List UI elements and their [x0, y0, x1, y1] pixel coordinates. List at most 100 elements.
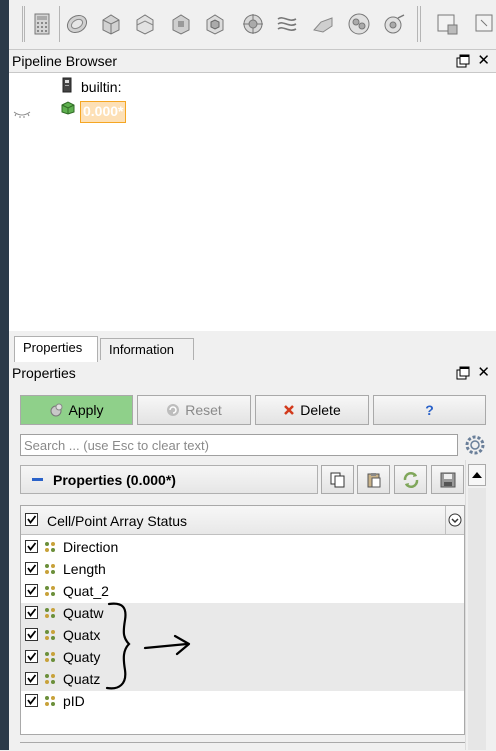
close-icon[interactable]: ✕: [477, 364, 490, 380]
extract-subset-icon[interactable]: [203, 12, 227, 36]
extract-level-icon[interactable]: [383, 12, 407, 36]
slice-icon[interactable]: [133, 12, 157, 36]
array-row[interactable]: Quaty: [21, 647, 464, 669]
source-cube-icon: [61, 101, 75, 115]
array-name: Length: [63, 561, 106, 577]
search-input[interactable]: [21, 435, 457, 455]
array-checkbox[interactable]: [25, 628, 38, 641]
clip-icon[interactable]: [99, 12, 123, 36]
array-name: Direction: [63, 539, 119, 555]
selection-display-icon[interactable]: [435, 12, 459, 36]
properties-section-header[interactable]: Properties (0.000*): [20, 465, 318, 494]
pipeline-tree: builtin: 0.000*: [9, 72, 496, 331]
array-checkbox[interactable]: [25, 650, 38, 663]
warp-by-vector-icon[interactable]: [311, 12, 335, 36]
delete-x-icon: [284, 405, 295, 415]
scroll-track[interactable]: [468, 488, 486, 750]
reset-icon: [167, 404, 180, 416]
help-icon: ?: [425, 402, 434, 418]
paste-button[interactable]: [357, 465, 390, 494]
toolbar-separator: [420, 6, 421, 42]
panel-tabs: Properties Information: [9, 334, 496, 362]
column-divider: [445, 506, 446, 534]
save-defaults-button[interactable]: [431, 465, 464, 494]
array-status-table: Cell/Point Array Status Direction Length…: [20, 505, 465, 735]
apply-label: Apply: [68, 402, 104, 418]
copy-button[interactable]: [321, 465, 354, 494]
point-data-icon: [44, 673, 58, 687]
server-label[interactable]: builtin:: [81, 79, 121, 95]
delete-label: Delete: [300, 402, 341, 418]
properties-title: Properties: [12, 365, 76, 381]
point-data-icon: [44, 585, 58, 599]
collapse-minus-icon[interactable]: [32, 478, 43, 481]
reset-button[interactable]: Reset: [137, 395, 251, 425]
array-checkbox[interactable]: [25, 672, 38, 685]
refresh-icon: [403, 471, 418, 488]
delete-button[interactable]: Delete: [255, 395, 369, 425]
pipeline-browser-title: Pipeline Browser: [12, 53, 118, 69]
array-row[interactable]: Quatw: [21, 603, 464, 625]
toolbar-separator: [59, 6, 60, 42]
array-row[interactable]: Quat_2: [21, 581, 464, 603]
point-data-icon: [44, 607, 58, 621]
stream-tracer-icon[interactable]: [275, 12, 299, 36]
select-all-checkbox[interactable]: [25, 513, 38, 526]
vertical-scrollbar[interactable]: [465, 460, 488, 750]
group-datasets-icon[interactable]: [347, 12, 371, 36]
array-checkbox[interactable]: [25, 694, 38, 707]
array-checkbox[interactable]: [25, 584, 38, 597]
array-checkbox[interactable]: [25, 606, 38, 619]
server-icon: [61, 77, 73, 93]
scroll-up-button[interactable]: [468, 464, 486, 486]
left-window-edge: [0, 0, 9, 750]
point-data-icon: [44, 629, 58, 643]
array-row[interactable]: Length: [21, 559, 464, 581]
toolbar-separator: [22, 6, 23, 42]
help-button[interactable]: ?: [373, 395, 486, 425]
close-icon[interactable]: ✕: [477, 52, 490, 68]
source-item-label[interactable]: 0.000*: [80, 101, 127, 123]
header-menu-icon[interactable]: [448, 513, 462, 527]
array-name: pID: [63, 693, 85, 709]
apply-button[interactable]: Apply: [20, 395, 133, 425]
array-name: Quatw: [63, 605, 104, 621]
point-data-icon: [44, 651, 58, 665]
array-name: Quaty: [63, 649, 101, 665]
array-name: Quatz: [63, 671, 101, 687]
reset-label: Reset: [185, 402, 222, 418]
threshold-icon[interactable]: [169, 12, 193, 36]
column-header-label: Cell/Point Array Status: [47, 513, 188, 529]
search-box: [20, 434, 458, 456]
apply-icon: [50, 403, 63, 417]
save-icon: [440, 472, 455, 487]
toolbar-separator: [417, 6, 418, 42]
array-row[interactable]: pID: [21, 691, 464, 713]
contour-icon[interactable]: [65, 12, 89, 36]
paste-icon: [367, 472, 380, 487]
tab-information[interactable]: Information: [100, 338, 194, 360]
tab-properties[interactable]: Properties: [14, 336, 98, 362]
toolbar-separator: [24, 6, 25, 42]
array-checkbox[interactable]: [25, 540, 38, 553]
array-row[interactable]: Quatx: [21, 625, 464, 647]
undock-icon[interactable]: [456, 366, 470, 380]
point-data-icon: [44, 563, 58, 577]
visibility-eye-icon[interactable]: [13, 107, 31, 118]
handdrawn-brace-arrow-annotation: [105, 602, 191, 690]
settings-gear-icon[interactable]: [463, 433, 487, 457]
array-row[interactable]: Direction: [21, 537, 464, 559]
array-checkbox[interactable]: [25, 562, 38, 575]
calculator-icon[interactable]: [30, 12, 54, 36]
filters-toolbar: [9, 0, 496, 50]
array-name: Quat_2: [63, 583, 109, 599]
undock-icon[interactable]: [456, 54, 470, 68]
toggle-icon[interactable]: [473, 12, 496, 36]
copy-icon: [330, 472, 344, 487]
point-data-icon: [44, 541, 58, 555]
array-name: Quatx: [63, 627, 101, 643]
pipeline-browser-titlebar: Pipeline Browser ✕: [9, 50, 496, 72]
array-row[interactable]: Quatz: [21, 669, 464, 691]
glyph-icon[interactable]: [241, 12, 265, 36]
restore-defaults-button[interactable]: [394, 465, 427, 494]
